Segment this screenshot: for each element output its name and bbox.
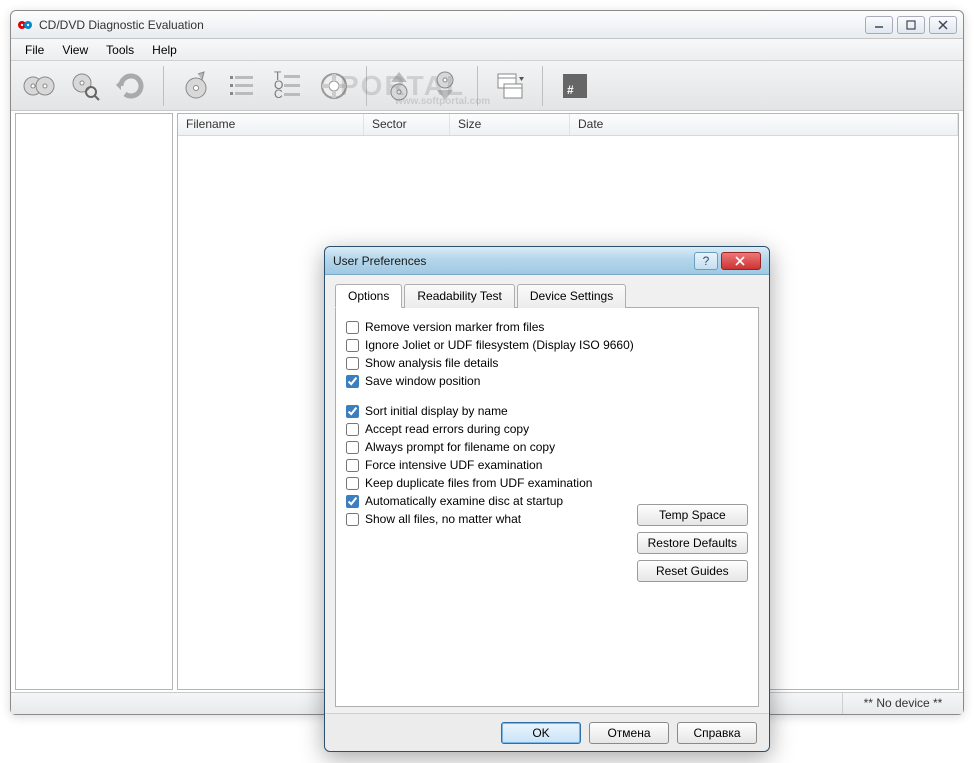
temp-space-button[interactable]: Temp Space [637, 504, 748, 526]
restore-defaults-button[interactable]: Restore Defaults [637, 532, 748, 554]
option-row[interactable]: Always prompt for filename on copy [346, 440, 748, 454]
option-row[interactable]: Save window position [346, 374, 748, 388]
minimize-button[interactable] [865, 16, 893, 34]
help-button[interactable]: Справка [677, 722, 757, 744]
titlebar[interactable]: CD/DVD Diagnostic Evaluation [11, 11, 963, 39]
option-label: Force intensive UDF examination [365, 458, 542, 472]
tab-device-settings[interactable]: Device Settings [517, 284, 626, 308]
option-checkbox[interactable] [346, 477, 359, 490]
tab-options[interactable]: Options [335, 284, 402, 308]
toolbar-separator [163, 66, 164, 106]
ok-button[interactable]: OK [501, 722, 581, 744]
preferences-dialog: User Preferences ? Options Readability T… [324, 246, 770, 752]
column-date[interactable]: Date [570, 114, 958, 135]
maximize-button[interactable] [897, 16, 925, 34]
column-size[interactable]: Size [450, 114, 570, 135]
menu-file[interactable]: File [17, 41, 52, 59]
toolbar: TOC # [11, 61, 963, 111]
option-label: Keep duplicate files from UDF examinatio… [365, 476, 592, 490]
dialog-footer: OK Отмена Справка [325, 713, 769, 751]
option-checkbox[interactable] [346, 513, 359, 526]
dialog-close-button[interactable] [721, 252, 761, 270]
app-icon [17, 17, 33, 33]
tree-pane[interactable] [15, 113, 173, 690]
option-label: Automatically examine disc at startup [365, 494, 563, 508]
dialog-titlebar[interactable]: User Preferences ? [325, 247, 769, 275]
toolbar-separator [366, 66, 367, 106]
menu-tools[interactable]: Tools [98, 41, 142, 59]
eject-down-button[interactable] [423, 64, 467, 108]
hash-button[interactable]: # [553, 64, 597, 108]
option-checkbox[interactable] [346, 321, 359, 334]
list-view-button[interactable] [220, 64, 264, 108]
option-row[interactable]: Sort initial display by name [346, 404, 748, 418]
window-title: CD/DVD Diagnostic Evaluation [39, 18, 865, 32]
option-label: Show all files, no matter what [365, 512, 521, 526]
menu-help[interactable]: Help [144, 41, 185, 59]
option-row[interactable]: Remove version marker from files [346, 320, 748, 334]
option-label: Show analysis file details [365, 356, 498, 370]
dialog-title: User Preferences [333, 254, 694, 268]
option-checkbox[interactable] [346, 423, 359, 436]
menu-view[interactable]: View [54, 41, 96, 59]
tab-readability-test[interactable]: Readability Test [404, 284, 515, 308]
refresh-button[interactable] [109, 64, 153, 108]
menubar: File View Tools Help [11, 39, 963, 61]
search-disc-button[interactable] [63, 64, 107, 108]
close-button[interactable] [929, 16, 957, 34]
svg-text:C: C [274, 87, 283, 101]
option-label: Remove version marker from files [365, 320, 544, 334]
option-checkbox[interactable] [346, 495, 359, 508]
eject-up-button[interactable] [377, 64, 421, 108]
reset-guides-button[interactable]: Reset Guides [637, 560, 748, 582]
option-label: Ignore Joliet or UDF filesystem (Display… [365, 338, 634, 352]
cancel-button[interactable]: Отмена [589, 722, 669, 744]
option-label: Sort initial display by name [365, 404, 508, 418]
svg-text:#: # [567, 83, 574, 97]
column-filename[interactable]: Filename [178, 114, 364, 135]
option-row[interactable]: Show analysis file details [346, 356, 748, 370]
tab-panel-options: Remove version marker from files Ignore J… [335, 307, 759, 707]
toc-button[interactable]: TOC [266, 64, 310, 108]
option-checkbox[interactable] [346, 459, 359, 472]
option-label: Save window position [365, 374, 480, 388]
list-header: Filename Sector Size Date [178, 114, 958, 136]
option-row[interactable]: Keep duplicate files from UDF examinatio… [346, 476, 748, 490]
help-lifesaver-button[interactable] [312, 64, 356, 108]
option-checkbox[interactable] [346, 339, 359, 352]
open-disc-button[interactable] [17, 64, 61, 108]
option-checkbox[interactable] [346, 405, 359, 418]
option-label: Accept read errors during copy [365, 422, 529, 436]
status-device: ** No device ** [843, 693, 963, 714]
tab-strip: Options Readability Test Device Settings [335, 284, 759, 308]
option-row[interactable]: Accept read errors during copy [346, 422, 748, 436]
dialog-help-button[interactable]: ? [694, 252, 718, 270]
option-row[interactable]: Ignore Joliet or UDF filesystem (Display… [346, 338, 748, 352]
option-row[interactable]: Force intensive UDF examination [346, 458, 748, 472]
calendar-view-button[interactable] [488, 64, 532, 108]
option-checkbox[interactable] [346, 375, 359, 388]
toolbar-separator [477, 66, 478, 106]
toolbar-separator [542, 66, 543, 106]
option-checkbox[interactable] [346, 441, 359, 454]
disc-info-button[interactable] [174, 64, 218, 108]
column-sector[interactable]: Sector [364, 114, 450, 135]
option-checkbox[interactable] [346, 357, 359, 370]
option-label: Always prompt for filename on copy [365, 440, 555, 454]
